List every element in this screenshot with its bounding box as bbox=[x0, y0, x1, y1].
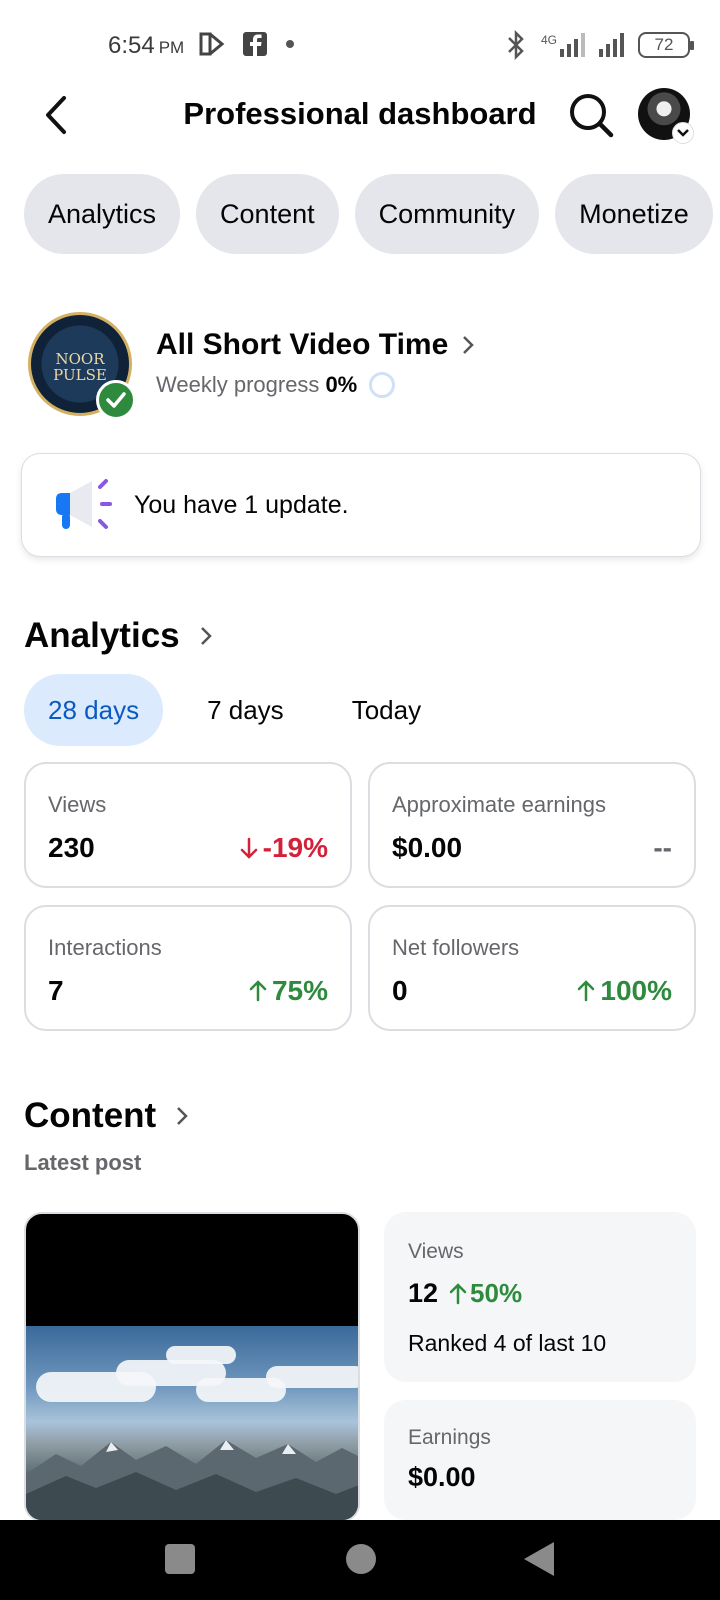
recent-apps-button[interactable] bbox=[165, 1544, 195, 1574]
status-time: 6:54 PM bbox=[108, 32, 185, 59]
weekly-progress-value: 0% bbox=[325, 372, 358, 397]
battery-icon: 72 bbox=[638, 32, 694, 58]
metric-card-views[interactable]: Views 230 -19% bbox=[24, 762, 352, 888]
arrow-down-icon bbox=[240, 837, 257, 859]
arrow-up-icon bbox=[449, 1282, 467, 1304]
dashboard-tabs: Analytics Content Community Monetize bbox=[24, 174, 720, 254]
weekly-progress: Weekly progress 0% bbox=[156, 372, 396, 398]
media-app-icon bbox=[199, 32, 225, 56]
tab-content[interactable]: Content bbox=[196, 174, 339, 254]
metric-value: 230 bbox=[48, 832, 95, 863]
signal-sim2-icon bbox=[599, 33, 624, 57]
metric-change: -- bbox=[653, 832, 672, 863]
latest-post-earnings-card[interactable]: Earnings $0.00 bbox=[384, 1400, 696, 1520]
metric-label: Approximate earnings bbox=[392, 792, 607, 817]
search-icon bbox=[570, 94, 614, 138]
metric-value: 7 bbox=[48, 975, 64, 1006]
metric-change: -19% bbox=[239, 832, 328, 864]
post-views-label: Views bbox=[408, 1240, 464, 1263]
post-views-change: 50% bbox=[448, 1278, 522, 1309]
metric-change: 100% bbox=[576, 975, 672, 1007]
chevron-right-icon bbox=[200, 627, 212, 645]
chevron-right-icon bbox=[463, 336, 475, 354]
system-nav-bar bbox=[0, 1520, 720, 1600]
tab-analytics[interactable]: Analytics bbox=[24, 174, 181, 254]
header: Professional dashboard bbox=[0, 80, 720, 150]
page-name-link[interactable]: All Short Video Time bbox=[156, 328, 475, 362]
arrow-up-icon bbox=[249, 980, 267, 1002]
metric-change: 75% bbox=[248, 975, 328, 1007]
search-button[interactable] bbox=[566, 90, 616, 140]
post-earnings-value: $0.00 bbox=[408, 1462, 476, 1492]
content-section-link[interactable]: Content bbox=[24, 1096, 188, 1136]
chevron-right-icon bbox=[177, 1107, 188, 1125]
megaphone-icon bbox=[56, 479, 112, 529]
profile-avatar-button[interactable] bbox=[638, 88, 694, 144]
signal-4g-icon: 4G bbox=[541, 33, 585, 57]
latest-post-label: Latest post bbox=[24, 1150, 142, 1175]
logo-text: NOOR PULSE bbox=[53, 350, 107, 384]
analytics-title: Analytics bbox=[24, 616, 180, 655]
update-text: You have 1 update. bbox=[134, 490, 349, 519]
page-name: All Short Video Time bbox=[156, 328, 449, 361]
chevron-down-icon bbox=[672, 122, 694, 144]
facebook-icon bbox=[243, 32, 267, 56]
metric-card-interactions[interactable]: Interactions 7 75% bbox=[24, 905, 352, 1031]
mountain-landscape-image bbox=[26, 1326, 358, 1520]
update-card[interactable]: You have 1 update. bbox=[22, 454, 700, 556]
verified-check-icon bbox=[96, 380, 136, 420]
bluetooth-icon bbox=[508, 30, 524, 60]
tab-community[interactable]: Community bbox=[354, 174, 540, 254]
post-rank-text: Ranked 4 of last 10 bbox=[408, 1330, 607, 1356]
system-back-button[interactable] bbox=[524, 1542, 554, 1576]
content-title: Content bbox=[24, 1096, 157, 1135]
tab-monetize[interactable]: Monetize bbox=[555, 174, 713, 254]
progress-ring-icon bbox=[369, 372, 396, 398]
post-views-value: 12 bbox=[408, 1278, 439, 1308]
date-range-selector: 28 days 7 days Today bbox=[24, 674, 445, 746]
analytics-section-link[interactable]: Analytics bbox=[24, 616, 212, 656]
metric-label: Views bbox=[48, 792, 107, 817]
range-28-days[interactable]: 28 days bbox=[24, 674, 164, 746]
metric-value: $0.00 bbox=[392, 832, 463, 863]
metric-label: Interactions bbox=[48, 935, 162, 960]
metric-card-net-followers[interactable]: Net followers 0 100% bbox=[368, 905, 696, 1031]
status-bar: 6:54 PM 4G 72 bbox=[0, 0, 720, 92]
metric-value: 0 bbox=[392, 975, 408, 1006]
range-7-days[interactable]: 7 days bbox=[183, 674, 308, 746]
metric-card-earnings[interactable]: Approximate earnings $0.00 -- bbox=[368, 762, 696, 888]
home-button[interactable] bbox=[346, 1544, 376, 1574]
latest-post-thumbnail[interactable] bbox=[24, 1212, 360, 1522]
post-earnings-label: Earnings bbox=[408, 1426, 491, 1449]
arrow-up-icon bbox=[578, 980, 595, 1002]
post-views: 12 50% bbox=[408, 1278, 522, 1309]
latest-post-views-card[interactable]: Views 12 50% Ranked 4 of last 10 bbox=[384, 1212, 696, 1382]
range-today[interactable]: Today bbox=[328, 674, 445, 746]
metric-label: Net followers bbox=[392, 935, 520, 960]
notification-dot-icon bbox=[286, 40, 294, 48]
